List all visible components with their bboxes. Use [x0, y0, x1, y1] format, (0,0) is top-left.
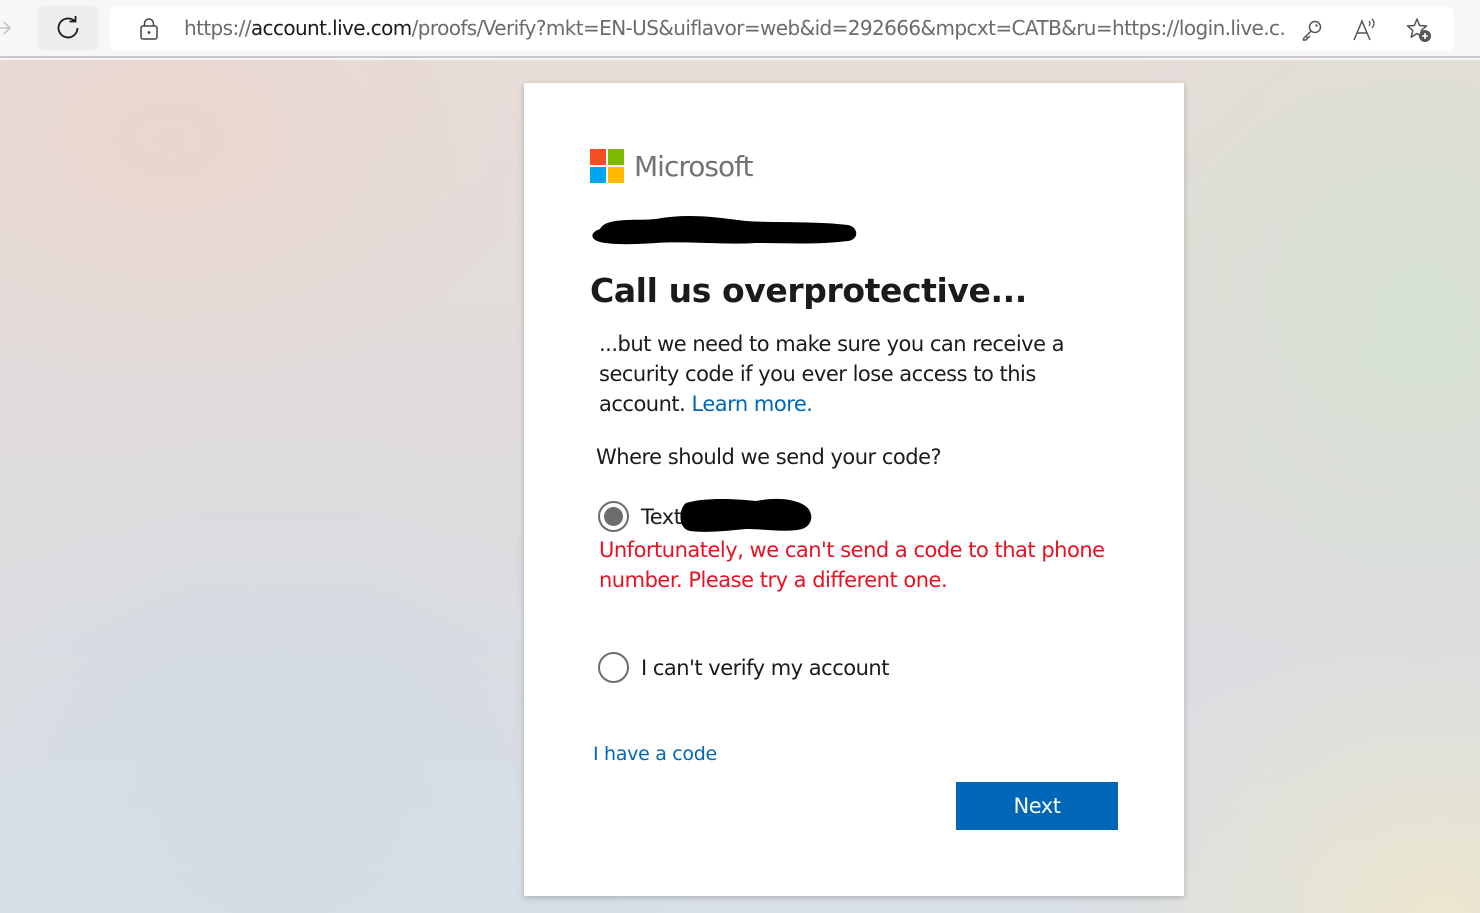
option-cant-verify-label: I can't verify my account — [641, 655, 889, 680]
microsoft-wordmark: Microsoft — [634, 149, 753, 183]
page-title: Call us overprotective... — [590, 271, 1027, 310]
have-code-link[interactable]: I have a code — [593, 743, 717, 765]
redacted-phone — [680, 498, 812, 532]
redacted-email — [592, 215, 857, 245]
verify-card: Microsoft Call us overprotective... ...b… — [524, 83, 1184, 896]
url-path: /proofs/Verify?mkt=EN-US&uiflavor=web&id… — [411, 16, 1284, 40]
address-bar[interactable]: https://account.live.com/proofs/Verify?m… — [110, 6, 1454, 51]
radio-cant-verify[interactable] — [598, 652, 629, 683]
password-key-button[interactable] — [1298, 16, 1326, 44]
radio-text[interactable] — [598, 501, 629, 532]
refresh-button[interactable] — [38, 6, 98, 50]
back-button[interactable] — [0, 12, 20, 44]
next-button[interactable]: Next — [956, 782, 1118, 830]
description-text: ...but we need to make sure you can rece… — [599, 332, 1065, 416]
radio-selected-dot — [604, 507, 623, 526]
error-message: Unfortunately, we can't send a code to t… — [599, 538, 1105, 592]
option-cant-verify[interactable]: I can't verify my account — [598, 652, 889, 683]
url-host: account.live.com — [250, 16, 412, 40]
read-aloud-button[interactable] — [1351, 16, 1379, 44]
back-arrow-icon — [0, 21, 12, 35]
description: ...but we need to make sure you can rece… — [599, 329, 1079, 419]
url-prefix: https:// — [184, 16, 251, 40]
read-aloud-icon — [1353, 18, 1375, 41]
microsoft-logo-icon — [590, 149, 624, 183]
browser-toolbar: https://account.live.com/proofs/Verify?m… — [0, 0, 1480, 58]
url-text[interactable]: https://account.live.com/proofs/Verify?m… — [184, 6, 1284, 51]
send-code-question: Where should we send your code? — [596, 445, 942, 469]
key-icon — [1302, 20, 1322, 41]
add-favorite-button[interactable] — [1405, 16, 1433, 44]
add-favorite-icon — [1406, 18, 1431, 42]
option-text[interactable]: Text — [598, 501, 682, 532]
refresh-icon — [57, 16, 79, 39]
microsoft-logo: Microsoft — [590, 149, 753, 183]
lock-icon[interactable] — [138, 18, 160, 40]
learn-more-link[interactable]: Learn more. — [692, 392, 813, 416]
